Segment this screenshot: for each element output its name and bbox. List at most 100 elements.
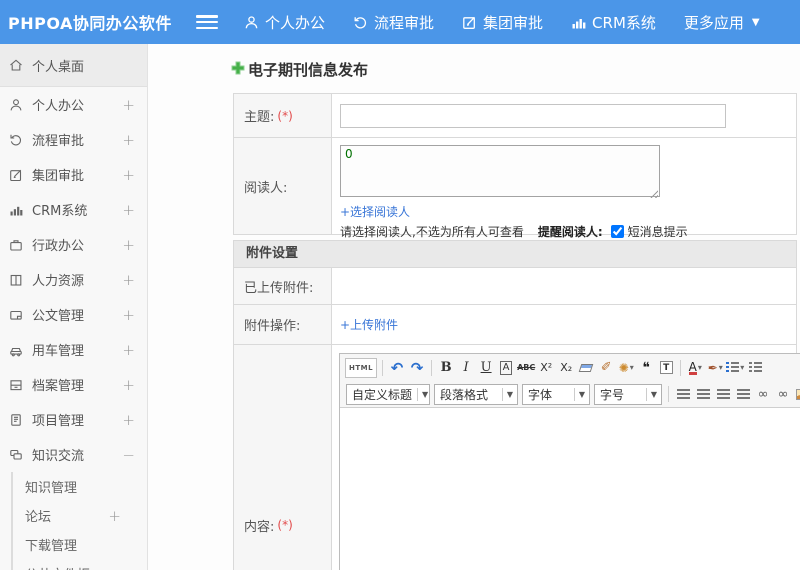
uploaded-attachments-value <box>332 268 796 304</box>
strikethrough-button[interactable]: ABC <box>517 358 535 378</box>
paragraph-format-select[interactable]: 段落格式 ▼ <box>434 383 518 405</box>
bar-chart-icon <box>571 15 586 30</box>
redo-button[interactable]: ↷ <box>408 358 426 378</box>
sidebar-subitem-forum[interactable]: 论坛 + <box>13 501 147 530</box>
auto-typeset-button[interactable]: ✺ ▾ <box>617 358 635 378</box>
sidebar-item-document-management[interactable]: 公文管理 + <box>0 297 147 332</box>
sidebar-item-admin-office[interactable]: 行政办公 + <box>0 227 147 262</box>
align-left-icon <box>676 389 690 399</box>
justify-icon <box>736 389 750 399</box>
home-icon <box>9 58 32 72</box>
readers-hint-row: 请选择阅读人,不选为所有人可查看 提醒阅读人: 短消息提示 <box>340 223 796 240</box>
app-title: PHPOA协同办公软件 <box>8 14 172 33</box>
format-painter-button[interactable]: ✐ <box>597 358 615 378</box>
subscript-button[interactable]: X₂ <box>557 358 575 378</box>
content-row: 内容: (*) HTML ↶ ↷ B I U A ABC X² X₂ ✐ ✺ ▾… <box>234 345 800 570</box>
book-icon <box>9 273 32 287</box>
italic-button[interactable]: I <box>457 358 475 378</box>
readers-hint: 请选择阅读人,不选为所有人可查看 <box>340 225 524 239</box>
sms-notify-checkbox[interactable] <box>610 225 624 238</box>
content-area: 电子期刊信息发布 主题: (*) 阅读人: 0 +选择阅读人 请选择阅读人,不选… <box>148 44 800 570</box>
underline-button[interactable]: U <box>477 358 495 378</box>
font-color-button[interactable]: A ▾ <box>686 358 704 378</box>
font-size-select[interactable]: 字号 ▼ <box>594 383 662 405</box>
eraser-icon <box>578 363 594 372</box>
editor-toolbar-row2: 自定义标题 ▼ 段落格式 ▼ 字体 ▼ 字号 ▼ ∞ ∞ <box>340 381 800 408</box>
align-center-button[interactable] <box>694 384 712 404</box>
attachments-table: 附件设置 已上传附件: 附件操作: +上传附件 内容: (*) HTML ↶ ↷… <box>233 240 800 570</box>
sidebar-item-personal-desktop[interactable]: 个人桌面 <box>0 44 147 87</box>
readers-row: 阅读人: 0 +选择阅读人 请选择阅读人,不选为所有人可查看 提醒阅读人: 短消… <box>234 138 796 239</box>
attachment-operation-row: 附件操作: +上传附件 <box>234 305 796 345</box>
align-left-button[interactable] <box>674 384 692 404</box>
font-border-button[interactable]: A <box>497 358 515 378</box>
ordered-list-button[interactable]: ▾ <box>726 358 744 378</box>
paste-text-button[interactable]: T <box>657 358 675 378</box>
editor-content-area[interactable] <box>340 408 800 570</box>
paste-text-icon: T <box>659 361 673 374</box>
nav-more-apps[interactable]: 更多应用 ▼ <box>684 12 760 33</box>
ordered-list-icon <box>726 362 740 373</box>
rich-text-editor: HTML ↶ ↷ B I U A ABC X² X₂ ✐ ✺ ▾ ❝ T A ▾… <box>339 353 800 570</box>
nav-crm-system[interactable]: CRM系统 <box>571 12 656 33</box>
uploaded-attachments-row: 已上传附件: <box>234 268 796 305</box>
required-mark: (*) <box>277 108 293 123</box>
select-readers-link[interactable]: +选择阅读人 <box>340 205 410 219</box>
html-source-button[interactable]: HTML <box>345 357 378 378</box>
top-nav: 个人办公 流程审批 集团审批 CRM系统 更多应用 ▼ <box>244 12 760 33</box>
sidebar-subitem-download-management[interactable]: 下载管理 <box>13 530 147 559</box>
remove-link-button[interactable]: ∞ <box>774 384 792 404</box>
cycle-icon <box>353 15 368 30</box>
unordered-list-button[interactable] <box>746 358 764 378</box>
unordered-list-icon <box>748 362 762 373</box>
cycle-icon <box>9 133 32 147</box>
highlight-button[interactable]: ✒ ▾ <box>706 358 724 378</box>
font-family-select[interactable]: 字体 ▼ <box>522 383 590 405</box>
sidebar: 个人桌面 个人办公 + 流程审批 + 集团审批 + CRM系统 + 行政办公 + <box>0 44 148 570</box>
briefcase-icon <box>9 238 32 252</box>
sidebar-item-group-approval[interactable]: 集团审批 + <box>0 157 147 192</box>
insert-link-button[interactable]: ∞ <box>754 384 772 404</box>
undo-button[interactable]: ↶ <box>388 358 406 378</box>
sidebar-item-archive-management[interactable]: 档案管理 + <box>0 367 147 402</box>
caret-down-icon: ▼ <box>417 387 429 401</box>
chat-icon <box>9 448 32 462</box>
editor-toolbar-row1: HTML ↶ ↷ B I U A ABC X² X₂ ✐ ✺ ▾ ❝ T A ▾… <box>340 354 800 381</box>
hamburger-menu-icon[interactable] <box>196 15 218 29</box>
top-header: PHPOA协同办公软件 个人办公 流程审批 集团审批 CRM系统 更多应用 ▼ <box>0 0 800 44</box>
caret-down-icon: ▾ <box>629 363 634 372</box>
superscript-button[interactable]: X² <box>537 358 555 378</box>
sidebar-item-workflow-approval[interactable]: 流程审批 + <box>0 122 147 157</box>
sidebar-subitem-public-file-cabinet[interactable]: 公共文件柜 <box>13 559 147 570</box>
blockquote-button[interactable]: ❝ <box>637 358 655 378</box>
insert-image-button[interactable] <box>794 384 800 404</box>
page-title-row: 电子期刊信息发布 <box>231 59 800 80</box>
sidebar-item-vehicle-management[interactable]: 用车管理 + <box>0 332 147 367</box>
custom-heading-select[interactable]: 自定义标题 ▼ <box>346 383 430 405</box>
upload-attachment-link[interactable]: +上传附件 <box>340 316 398 333</box>
sidebar-item-project-management[interactable]: 项目管理 + <box>0 402 147 437</box>
readers-textarea[interactable]: 0 <box>340 145 660 197</box>
justify-button[interactable] <box>734 384 752 404</box>
image-icon <box>795 388 800 400</box>
sms-notify-label: 短消息提示 <box>627 225 688 239</box>
sidebar-item-human-resources[interactable]: 人力资源 + <box>0 262 147 297</box>
sidebar-subitem-knowledge-management[interactable]: 知识管理 <box>13 472 147 501</box>
nav-workflow-approval[interactable]: 流程审批 <box>353 12 434 33</box>
edit-icon <box>9 168 32 182</box>
subject-input[interactable] <box>340 104 726 128</box>
bold-button[interactable]: B <box>437 358 455 378</box>
caret-down-icon: ▾ <box>697 363 702 372</box>
content-label: 内容: <box>244 519 275 535</box>
nav-group-approval[interactable]: 集团审批 <box>462 12 543 33</box>
caret-down-icon: ▼ <box>645 387 658 401</box>
nav-personal-office[interactable]: 个人办公 <box>244 12 325 33</box>
caret-down-icon: ▼ <box>501 387 514 401</box>
page-root: PHPOA协同办公软件 个人办公 流程审批 集团审批 CRM系统 更多应用 ▼ <box>0 0 800 570</box>
sidebar-item-personal-office[interactable]: 个人办公 + <box>0 87 147 122</box>
sidebar-item-crm-system[interactable]: CRM系统 + <box>0 192 147 227</box>
bar-chart-icon <box>9 203 32 217</box>
sidebar-item-knowledge-exchange[interactable]: 知识交流 − <box>0 437 147 472</box>
align-right-button[interactable] <box>714 384 732 404</box>
eraser-button[interactable] <box>577 358 595 378</box>
